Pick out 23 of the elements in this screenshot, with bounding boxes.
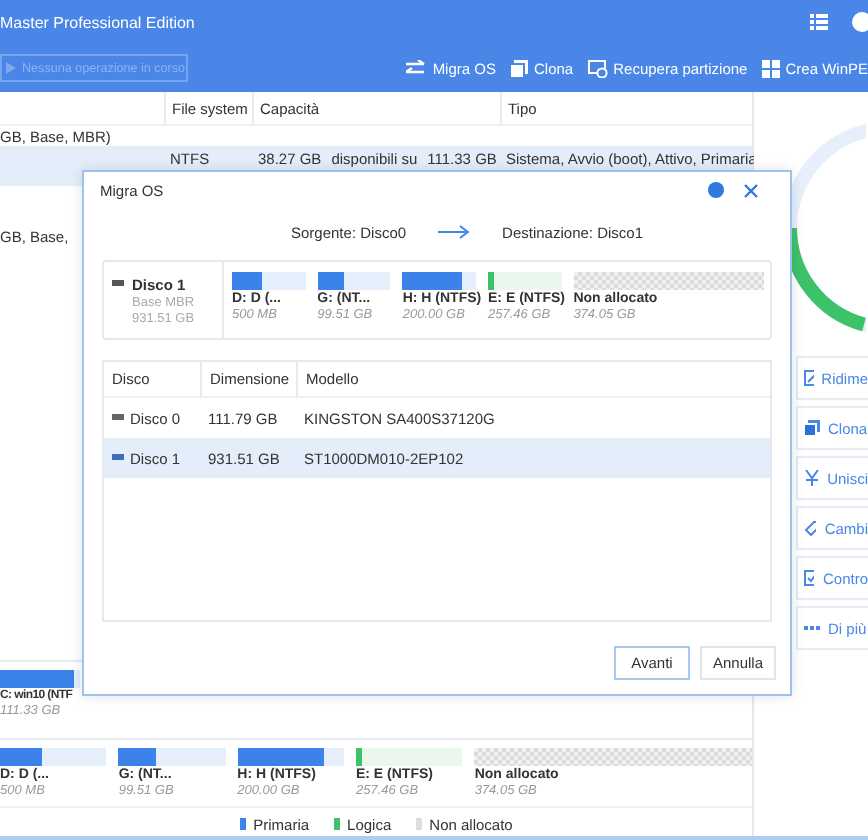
clone-icon xyxy=(510,59,528,77)
resize-icon xyxy=(804,370,814,386)
clone-icon xyxy=(804,420,820,436)
check-icon xyxy=(804,570,815,586)
list-icon[interactable] xyxy=(810,14,828,30)
drive-icon xyxy=(112,280,124,288)
tag-icon xyxy=(804,520,817,536)
legend-swatch xyxy=(333,818,340,830)
more-icon xyxy=(804,625,820,631)
legend-swatch xyxy=(415,818,422,830)
drive-icon xyxy=(112,414,124,422)
help-icon[interactable] xyxy=(852,12,868,32)
migrate-icon xyxy=(406,60,427,76)
help-icon[interactable] xyxy=(708,182,724,198)
window-title: Master Professional Edition xyxy=(0,13,197,31)
merge-icon xyxy=(804,470,820,486)
close-icon[interactable] xyxy=(744,183,758,197)
arrow-icon xyxy=(438,224,471,240)
recovery-icon xyxy=(587,59,608,77)
drive-icon xyxy=(112,454,124,462)
legend-swatch xyxy=(239,818,246,830)
play-icon xyxy=(6,62,16,74)
windows-icon xyxy=(761,59,780,77)
